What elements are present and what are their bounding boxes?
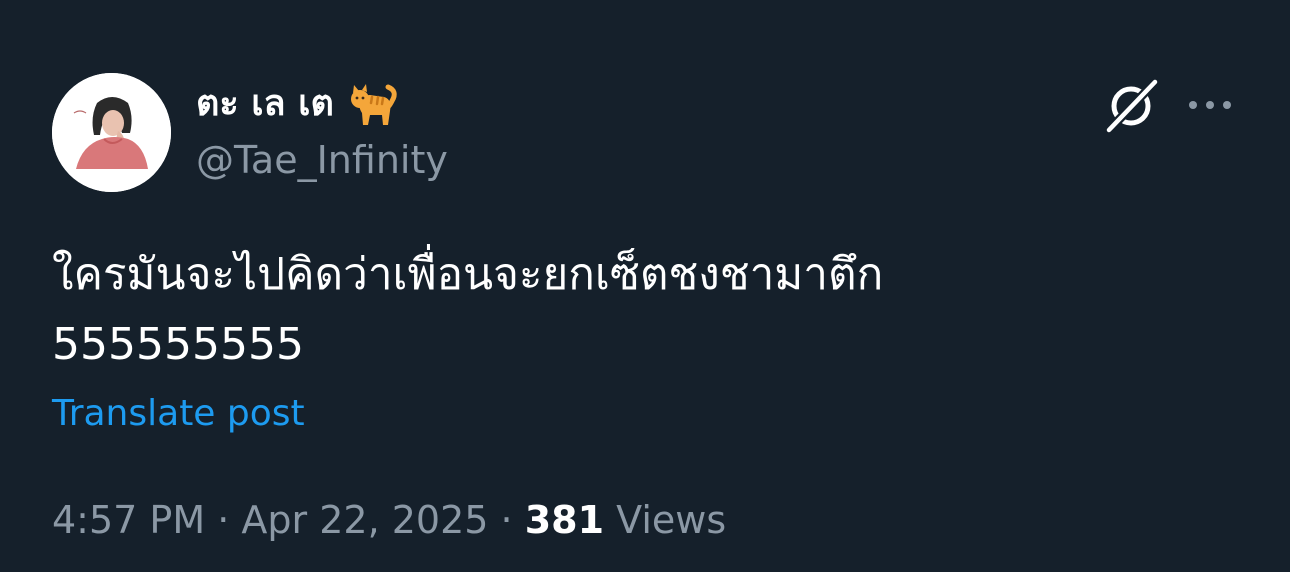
post-text-line-1: ใครมันจะไปคิดว่าเพื่อนจะยกเซ็ตชงชามาตึก xyxy=(52,249,884,300)
grok-icon[interactable] xyxy=(1103,78,1159,134)
views-count[interactable]: 381 xyxy=(525,498,604,542)
views-label[interactable]: Views xyxy=(616,498,726,542)
display-name[interactable]: ตะ เล เต xyxy=(196,86,334,122)
avatar-image xyxy=(52,73,171,192)
translate-post-link[interactable]: Translate post xyxy=(52,392,305,435)
post-meta: 4:57 PM · Apr 22, 2025 · 381 Views xyxy=(52,498,726,544)
author-name-row[interactable]: ตะ เล เต xyxy=(196,74,402,134)
avatar[interactable] xyxy=(52,73,171,192)
more-options-icon[interactable] xyxy=(1186,95,1234,115)
post-date[interactable]: Apr 22, 2025 xyxy=(241,498,488,542)
meta-separator-1: · xyxy=(217,498,230,542)
post-time[interactable]: 4:57 PM xyxy=(52,498,205,542)
author-handle[interactable]: @Tae_Infinity xyxy=(196,139,448,182)
post-text-line-2: 555555555 xyxy=(52,319,304,370)
cat-emoji-icon xyxy=(350,84,397,125)
meta-separator-2: · xyxy=(500,498,513,542)
post-text: ใครมันจะไปคิดว่าเพื่อนจะยกเซ็ตชงชามาตึก … xyxy=(52,240,1232,380)
tweet-container: ตะ เล เต @Tae_Infinity ใครมันจะไปคิดว่าเ… xyxy=(0,0,1290,572)
